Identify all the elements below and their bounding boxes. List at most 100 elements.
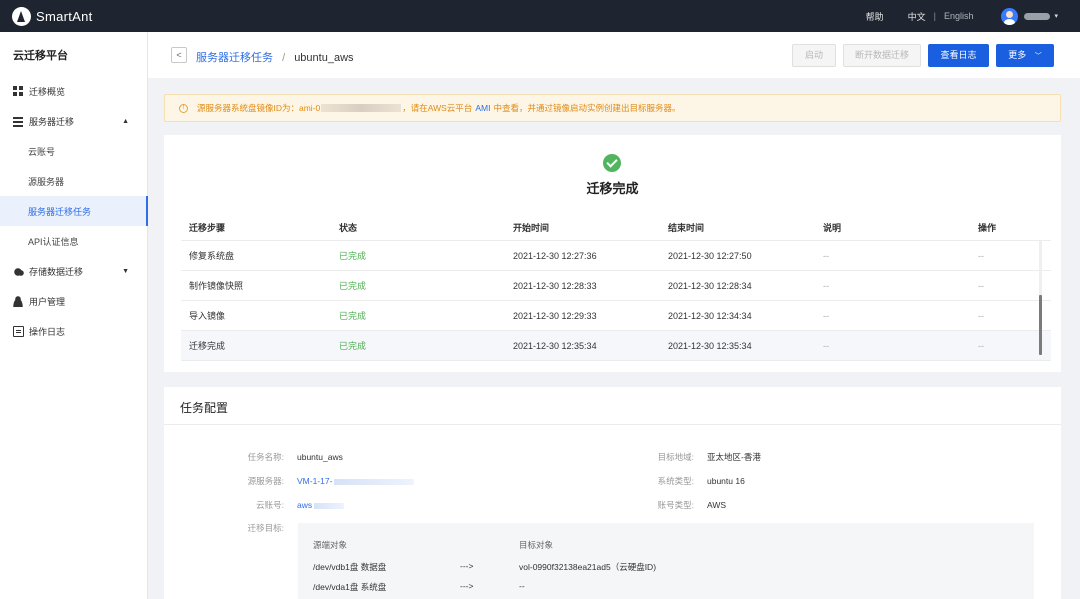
note-cell: -- bbox=[823, 250, 829, 261]
note-cell: -- bbox=[823, 280, 829, 291]
field-label: 任务名称: bbox=[247, 452, 284, 462]
redacted-value bbox=[334, 478, 415, 485]
more-button-label: 更多 bbox=[1008, 50, 1027, 60]
sidebar-item-user-management[interactable]: 用户管理 bbox=[0, 286, 147, 316]
end-time-cell: 2021-12-30 12:28:34 bbox=[668, 280, 752, 291]
end-time-cell: 2021-12-30 12:35:34 bbox=[668, 340, 752, 351]
source-server-link[interactable]: VM-1-17- bbox=[297, 476, 332, 486]
start-time-cell: 2021-12-30 12:35:34 bbox=[513, 340, 597, 351]
help-link[interactable]: 帮助 bbox=[866, 10, 884, 23]
sidebar-item-migration-tasks[interactable]: 服务器迁移任务 bbox=[0, 196, 148, 226]
column-header: 说明 bbox=[823, 223, 842, 233]
field-label: 账号类型: bbox=[657, 500, 694, 510]
avatar[interactable] bbox=[1001, 7, 1019, 25]
table-scrollbar-thumb[interactable] bbox=[1039, 295, 1042, 355]
field-value: ubuntu_aws bbox=[297, 452, 343, 462]
sidebar-item-label: 云账号 bbox=[28, 146, 56, 157]
task-name-field: 任务名称: ubuntu_aws bbox=[164, 451, 343, 463]
action-cell: -- bbox=[978, 280, 984, 291]
field-label: 源服务器: bbox=[247, 476, 284, 486]
ami-link[interactable]: AMI bbox=[475, 103, 490, 113]
sidebar-item-label: API认证信息 bbox=[28, 236, 79, 247]
mapping-arrow: ---> bbox=[460, 581, 474, 591]
view-log-button[interactable]: 查看日志 bbox=[928, 44, 989, 67]
target-object-header: 目标对象 bbox=[519, 540, 554, 550]
breadcrumb-current: ubuntu_aws bbox=[294, 52, 354, 64]
disconnect-migration-button[interactable]: 断开数据迁移 bbox=[843, 44, 921, 67]
sidebar-item-cloud-account[interactable]: 云账号 bbox=[0, 136, 147, 166]
back-button[interactable]: < bbox=[171, 47, 187, 63]
start-time-cell: 2021-12-30 12:28:33 bbox=[513, 280, 597, 291]
cloud-account-link[interactable]: aws bbox=[297, 500, 312, 510]
note-cell: -- bbox=[823, 340, 829, 351]
column-header: 开始时间 bbox=[513, 223, 550, 233]
field-value: 亚太地区-香港 bbox=[707, 452, 761, 462]
target-object-cell: -- bbox=[519, 581, 525, 591]
start-time-cell: 2021-12-30 12:29:33 bbox=[513, 310, 597, 321]
chevron-down-icon: ▼ bbox=[122, 267, 129, 275]
server-icon bbox=[13, 115, 24, 127]
os-type-field: 系统类型: ubuntu 16 bbox=[584, 475, 745, 487]
sidebar-item-operation-log[interactable]: 操作日志 bbox=[0, 316, 147, 346]
platform-title: 云迁移平台 bbox=[13, 50, 68, 62]
sidebar-item-label: 服务器迁移任务 bbox=[28, 206, 92, 217]
breadcrumb-parent-link[interactable]: 服务器迁移任务 bbox=[196, 52, 273, 64]
log-icon bbox=[13, 325, 24, 337]
action-cell: -- bbox=[978, 340, 984, 351]
migration-steps-table: 迁移步骤 状态 开始时间 结束时间 说明 操作 修复系统盘 已完成 2021-1… bbox=[181, 215, 1051, 361]
status-cell: 已完成 bbox=[339, 281, 367, 291]
migration-target-field: 迁移目标: bbox=[164, 522, 297, 534]
alert-prefix: 源服务器系统盘镜像ID为：ami-0 bbox=[197, 103, 321, 113]
sidebar-item-storage-migration[interactable]: 存储数据迁移 ▼ bbox=[0, 256, 147, 286]
column-header: 状态 bbox=[339, 223, 358, 233]
sidebar-item-label: 服务器迁移 bbox=[29, 116, 75, 127]
table-row: 修复系统盘 已完成 2021-12-30 12:27:36 2021-12-30… bbox=[181, 241, 1051, 271]
migration-target-box: 源端对象 目标对象 /dev/vdb1盘 数据盘 ---> vol-0990f3… bbox=[298, 523, 1034, 599]
grid-icon bbox=[13, 85, 24, 97]
column-header: 操作 bbox=[978, 223, 997, 233]
table-header: 迁移步骤 状态 开始时间 结束时间 说明 操作 bbox=[181, 215, 1051, 241]
top-bar: SmartAnt 帮助 中文 | English ▾ bbox=[0, 0, 1080, 32]
status-cell: 已完成 bbox=[339, 311, 367, 321]
migration-status-title: 迁移完成 bbox=[586, 181, 639, 196]
chevron-up-icon: ▲ bbox=[122, 117, 129, 125]
lang-separator: | bbox=[933, 11, 936, 21]
more-button[interactable]: 更多 ﹀ bbox=[996, 44, 1054, 67]
lang-zh-link[interactable]: 中文 bbox=[908, 10, 926, 23]
target-region-field: 目标地域: 亚太地区-香港 bbox=[584, 451, 761, 463]
sidebar-item-label: 操作日志 bbox=[29, 326, 66, 337]
field-value: ubuntu 16 bbox=[707, 476, 745, 486]
brand-logo[interactable]: SmartAnt bbox=[12, 6, 93, 26]
sidebar-item-label: 源服务器 bbox=[28, 176, 65, 187]
smartant-logo-icon bbox=[12, 6, 31, 26]
lang-en-link[interactable]: English bbox=[944, 11, 974, 21]
migration-status-card: 迁移完成 迁移步骤 状态 开始时间 结束时间 说明 操作 修复系统盘 已完成 2… bbox=[164, 135, 1061, 372]
sidebar-item-source-server[interactable]: 源服务器 bbox=[0, 166, 147, 196]
breadcrumb-separator: / bbox=[282, 52, 286, 64]
sidebar-item-api-auth[interactable]: API认证信息 bbox=[0, 226, 147, 256]
source-object-cell: /dev/vda1盘 系统盘 bbox=[313, 582, 387, 592]
status-cell: 已完成 bbox=[339, 251, 367, 261]
source-object-cell: /dev/vdb1盘 数据盘 bbox=[313, 562, 387, 572]
column-header: 迁移步骤 bbox=[189, 223, 226, 233]
redacted-ami-id bbox=[321, 104, 402, 112]
check-circle-icon bbox=[603, 154, 621, 172]
start-button[interactable]: 启动 bbox=[792, 44, 836, 67]
account-type-field: 账号类型: AWS bbox=[584, 499, 726, 511]
sidebar-item-overview[interactable]: 迁移概览 bbox=[0, 76, 147, 106]
breadcrumb: 服务器迁移任务 / ubuntu_aws bbox=[196, 49, 354, 65]
task-config-card: 任务配置 任务名称: ubuntu_aws 源服务器: VM-1-17- 云账号: a… bbox=[164, 387, 1061, 599]
end-time-cell: 2021-12-30 12:27:50 bbox=[668, 250, 752, 261]
sidebar-item-server-migration[interactable]: 服务器迁移 ▲ bbox=[0, 106, 147, 136]
target-object-cell: vol-0990f32138ea21ad5（云硬盘ID) bbox=[519, 562, 657, 572]
user-menu-caret-icon[interactable]: ▾ bbox=[1054, 12, 1058, 20]
table-row: 导入镜像 已完成 2021-12-30 12:29:33 2021-12-30 … bbox=[181, 301, 1051, 331]
table-row: 迁移完成 已完成 2021-12-30 12:35:34 2021-12-30 … bbox=[181, 331, 1051, 361]
sidebar-item-label: 迁移概览 bbox=[29, 86, 66, 97]
step-cell: 制作镜像快照 bbox=[189, 281, 244, 291]
redacted-value bbox=[314, 502, 345, 509]
mapping-arrow: ---> bbox=[460, 561, 474, 571]
username-redacted[interactable] bbox=[1024, 12, 1051, 20]
info-alert: ! 源服务器系统盘镜像ID为：ami-0 ，请在AWS云平台 AMI 中查看，并… bbox=[164, 94, 1061, 122]
note-cell: -- bbox=[823, 310, 829, 321]
